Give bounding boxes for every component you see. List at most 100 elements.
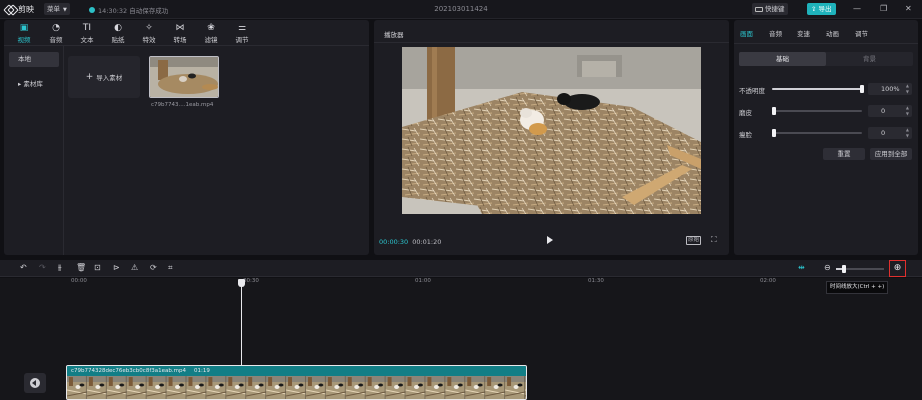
current-time: 00:00:30 bbox=[379, 238, 409, 246]
tab-picture[interactable]: 画面 bbox=[740, 28, 753, 38]
link-icon[interactable]: ⇹ bbox=[798, 263, 805, 272]
export-button[interactable]: ⇪ 导出 bbox=[807, 3, 836, 15]
timeline-video-clip[interactable]: c79b774328dec76eb3cb0c8f3a1eab.mp4 01:19 bbox=[66, 365, 527, 400]
transition-icon: ⋈ bbox=[175, 23, 185, 33]
playhead-handle[interactable] bbox=[238, 279, 245, 287]
delete-icon[interactable]: 🗑 bbox=[76, 263, 86, 272]
smoothing-value-input[interactable]: 0 ▲ ▼ bbox=[868, 105, 912, 117]
ruler-label: 00:30 bbox=[243, 278, 259, 284]
tab-audio[interactable]: 音频 bbox=[769, 28, 782, 38]
clip-label-bar: c79b774328dec76eb3cb0c8f3a1eab.mp4 01:19 bbox=[67, 366, 526, 376]
stepper-icon[interactable]: ▲ ▼ bbox=[906, 105, 909, 117]
media-panel: ▣ 视频 ◔ 音频 TI 文本 ◐ 贴纸 ✧ 特效 ⋈ 转场 ❀ 滤镜 ⚌ 调节… bbox=[4, 20, 369, 255]
tool-adjust[interactable]: ⚌ 调节 bbox=[228, 23, 256, 44]
close-icon[interactable]: ✕ bbox=[905, 4, 912, 13]
track-audio-toggle[interactable] bbox=[24, 373, 46, 393]
tool-transition-label: 转场 bbox=[173, 36, 187, 44]
tab-speed[interactable]: 变速 bbox=[797, 28, 810, 38]
shortcut-label: 快捷键 bbox=[765, 5, 785, 13]
rotate-icon[interactable]: ⟳ bbox=[150, 263, 157, 272]
nav-local[interactable]: 本地 bbox=[9, 52, 59, 67]
ruler-label: 02:00 bbox=[760, 278, 776, 284]
tool-audio[interactable]: ◔ 音频 bbox=[42, 23, 70, 44]
opacity-slider-knob[interactable] bbox=[860, 85, 864, 93]
adjust-icon: ⚌ bbox=[237, 23, 247, 33]
video-icon: ▣ bbox=[19, 23, 29, 33]
zoom-slider-knob[interactable] bbox=[842, 265, 846, 273]
tool-sticker[interactable]: ◐ 贴纸 bbox=[104, 23, 132, 44]
app-window: 剪映 菜单 ▼ 14:30:32 自动保存成功 202103011424 快捷键 … bbox=[0, 0, 922, 400]
opacity-slider[interactable] bbox=[772, 85, 864, 93]
opacity-label: 不透明度 bbox=[739, 87, 765, 95]
ratio-button[interactable]: 原始 bbox=[686, 236, 702, 245]
slimming-value-input[interactable]: 0 ▲ ▼ bbox=[868, 127, 912, 139]
tool-text[interactable]: TI 文本 bbox=[73, 23, 101, 44]
media-side-nav: 本地 ▸ 素材库 bbox=[9, 52, 59, 102]
import-media-button[interactable]: + 导入素材 bbox=[68, 56, 140, 98]
shortcut-button[interactable]: 快捷键 bbox=[752, 3, 788, 15]
slimming-label: 瘦脸 bbox=[739, 131, 752, 139]
media-clip-thumbnail[interactable] bbox=[149, 56, 219, 98]
export-label: 导出 bbox=[818, 5, 832, 13]
reverse-icon[interactable]: ⊳ bbox=[113, 263, 120, 272]
ruler-label: 00:00 bbox=[71, 278, 87, 284]
apply-all-button[interactable]: 应用到全部 bbox=[870, 148, 912, 160]
slimming-slider-knob[interactable] bbox=[772, 129, 776, 137]
divider bbox=[63, 46, 64, 255]
subtab-basic[interactable]: 基础 bbox=[739, 52, 826, 66]
zoom-out-icon[interactable]: ⊖ bbox=[824, 263, 831, 272]
properties-panel: 画面 音频 变速 动画 调节 基础 背景 不透明度 100% ▲ ▼ 磨皮 0 … bbox=[734, 20, 918, 255]
timeline-zoom-slider[interactable] bbox=[836, 265, 884, 273]
smoothing-slider[interactable] bbox=[772, 107, 862, 115]
media-toolbar: ▣ 视频 ◔ 音频 TI 文本 ◐ 贴纸 ✧ 特效 ⋈ 转场 ❀ 滤镜 ⚌ 调节 bbox=[4, 20, 369, 46]
import-label: 导入素材 bbox=[96, 74, 123, 82]
tool-audio-label: 音频 bbox=[49, 36, 63, 44]
video-frame-image bbox=[402, 47, 701, 214]
opacity-value-input[interactable]: 100% ▲ ▼ bbox=[868, 83, 912, 95]
play-button[interactable] bbox=[547, 236, 553, 244]
divider bbox=[374, 42, 729, 43]
smoothing-value: 0 bbox=[881, 107, 886, 115]
plus-icon: + bbox=[85, 72, 94, 82]
timecode: 00:00:30 00:01:20 bbox=[379, 238, 441, 246]
timeline-ruler[interactable]: 00:00 00:30 01:00 01:30 02:00 bbox=[0, 278, 922, 290]
reset-button[interactable]: 重置 bbox=[823, 148, 865, 160]
slimming-slider[interactable] bbox=[772, 129, 862, 137]
undo-icon[interactable]: ↶ bbox=[20, 263, 27, 272]
nav-library-label: 素材库 bbox=[23, 80, 43, 88]
player-panel: 播放器 00:00:30 00:01:20 原始 ⛶ bbox=[374, 20, 729, 255]
tool-video-label: 视频 bbox=[17, 36, 31, 44]
tool-transition[interactable]: ⋈ 转场 bbox=[166, 23, 194, 44]
smoothing-slider-knob[interactable] bbox=[772, 107, 776, 115]
mirror-icon[interactable]: ⚠ bbox=[131, 263, 138, 272]
stepper-icon[interactable]: ▲ ▼ bbox=[906, 127, 909, 139]
properties-tabs: 画面 音频 变速 动画 调节 bbox=[734, 20, 918, 44]
crop-icon[interactable]: ⌗ bbox=[168, 263, 173, 273]
tool-filter-label: 滤镜 bbox=[204, 36, 218, 44]
tab-animation[interactable]: 动画 bbox=[826, 28, 839, 38]
subtab-background[interactable]: 背景 bbox=[826, 52, 913, 66]
clip-filmstrip bbox=[67, 376, 526, 399]
media-clip-name: c79b7743....1eab.mp4 bbox=[151, 102, 214, 108]
export-icon: ⇪ bbox=[811, 5, 819, 13]
keyboard-icon bbox=[755, 6, 763, 12]
tool-effects[interactable]: ✧ 特效 bbox=[135, 23, 163, 44]
video-preview[interactable] bbox=[402, 47, 701, 214]
fullscreen-icon[interactable]: ⛶ bbox=[711, 235, 717, 245]
ruler-label: 01:00 bbox=[415, 278, 431, 284]
restore-icon[interactable]: ❐ bbox=[880, 4, 887, 13]
redo-icon[interactable]: ↷ bbox=[39, 263, 46, 272]
freeze-frame-icon[interactable]: ⊡ bbox=[94, 263, 101, 272]
zoom-in-button[interactable]: ⊕ bbox=[889, 260, 906, 277]
tab-adjust[interactable]: 调节 bbox=[855, 28, 868, 38]
tool-filter[interactable]: ❀ 滤镜 bbox=[197, 23, 225, 44]
timeline-clip-name: c79b774328dec76eb3cb0c8f3a1eab.mp4 bbox=[71, 368, 186, 374]
split-icon[interactable]: ⫵ bbox=[58, 263, 62, 273]
zoom-tooltip: 时间线放大(Ctrl + +) bbox=[826, 281, 889, 294]
stepper-icon[interactable]: ▲ ▼ bbox=[906, 83, 909, 95]
tool-video[interactable]: ▣ 视频 bbox=[10, 23, 38, 44]
minimize-icon[interactable]: — bbox=[853, 4, 861, 13]
title-bar: 剪映 菜单 ▼ 14:30:32 自动保存成功 202103011424 快捷键 … bbox=[0, 0, 922, 19]
nav-library[interactable]: ▸ 素材库 bbox=[9, 77, 59, 92]
opacity-row: 不透明度 100% ▲ ▼ bbox=[739, 83, 914, 95]
